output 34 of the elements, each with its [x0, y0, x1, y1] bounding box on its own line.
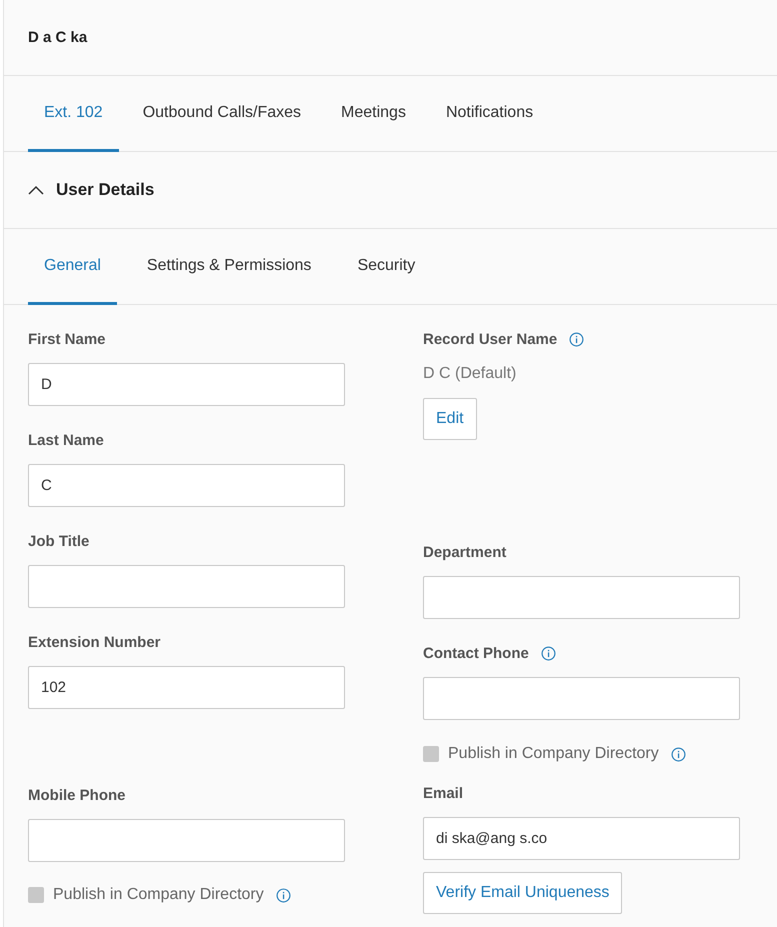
field-label: Department [423, 544, 506, 561]
field-label: Last Name [28, 432, 104, 449]
field-label: Record User Name [423, 331, 558, 348]
input-field[interactable] [423, 677, 740, 720]
tab[interactable]: Meetings [325, 76, 422, 152]
record-name-value: D C (Default) [423, 365, 518, 383]
tab[interactable]: Notifications [430, 76, 550, 152]
field-label: First Name [28, 331, 106, 348]
tab[interactable]: General [28, 229, 117, 305]
edit-button[interactable]: Edit [423, 398, 477, 440]
field-label: Email [423, 785, 464, 802]
tab[interactable]: Outbound Calls/Faxes [126, 76, 318, 152]
field-label: Mobile Phone [28, 787, 126, 804]
checkbox-label: Publish in Company Directory [448, 745, 659, 763]
chevron-icon [28, 185, 44, 195]
info-icon[interactable] [540, 646, 556, 661]
input-field[interactable]: di ska@ang s.co [423, 817, 740, 860]
input-field[interactable] [423, 576, 740, 619]
checkbox-label: Publish in Company Directory [53, 886, 264, 904]
field-label: Job Title [28, 533, 90, 550]
input-field[interactable] [28, 565, 345, 608]
input-field[interactable]: 102 [28, 666, 345, 709]
input-field[interactable]: C [28, 464, 345, 507]
field-label: Contact Phone [423, 645, 529, 662]
tab[interactable]: Security [341, 229, 432, 305]
tab[interactable]: Ext. 102 [28, 76, 119, 152]
section-toggle[interactable]: User Details [4, 152, 154, 228]
verify-button[interactable]: Verify Email Uniqueness [423, 872, 622, 914]
input-field[interactable] [28, 819, 345, 862]
info-icon[interactable] [569, 332, 584, 347]
user-name-title: D a C ka [28, 29, 88, 46]
field-label: Extension Number [28, 634, 161, 651]
tab[interactable]: Settings & Permissions [130, 229, 328, 305]
input-field[interactable]: D [28, 363, 345, 406]
